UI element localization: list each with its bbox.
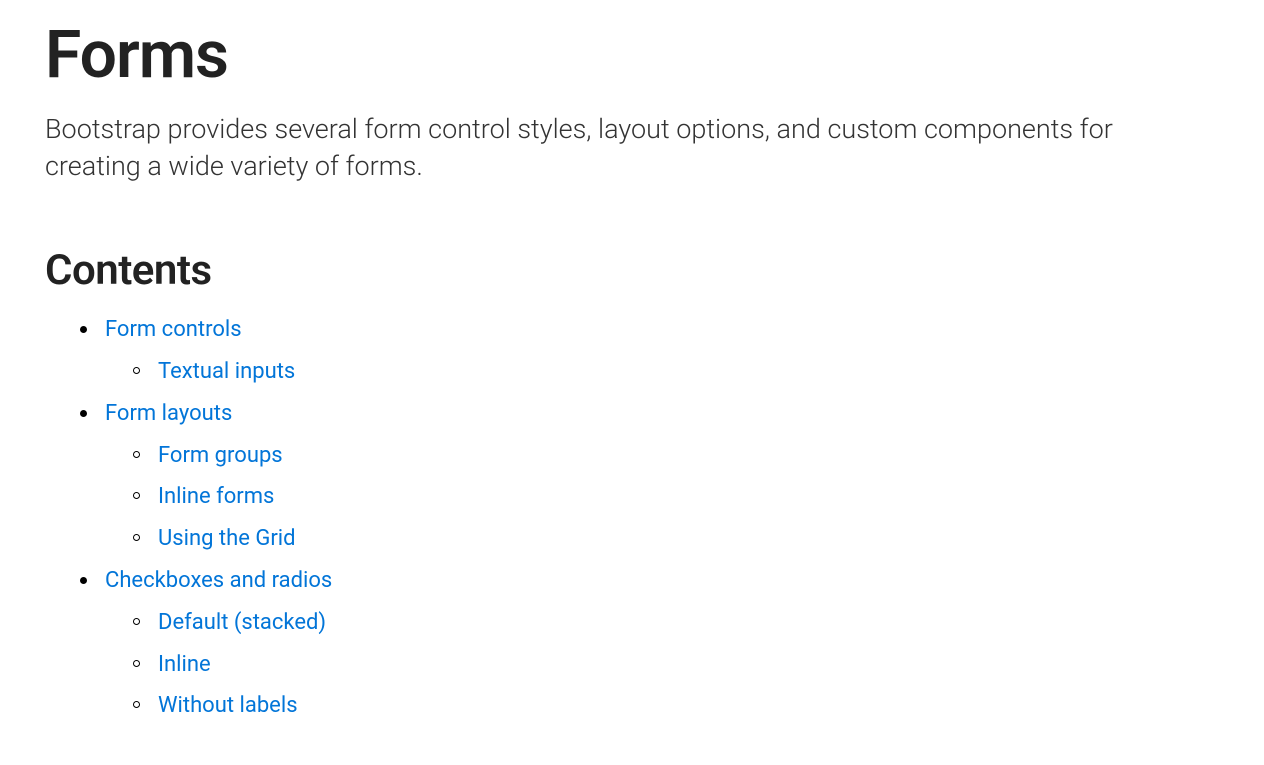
contents-heading: Contents	[45, 246, 1219, 295]
toc-item: Checkboxes and radios Default (stacked) …	[80, 560, 1219, 727]
toc-subitem: Inline forms	[133, 476, 1219, 518]
toc-link-inline[interactable]: Inline	[158, 652, 211, 677]
toc-link-default-stacked[interactable]: Default (stacked)	[158, 610, 326, 635]
table-of-contents: Form controls Textual inputs Form layout…	[45, 309, 1219, 727]
toc-link-checkboxes-and-radios[interactable]: Checkboxes and radios	[105, 568, 332, 593]
toc-subitem: Form groups	[133, 435, 1219, 477]
toc-link-textual-inputs[interactable]: Textual inputs	[158, 359, 295, 384]
toc-subitem: Inline	[133, 644, 1219, 686]
lead-paragraph: Bootstrap provides several form control …	[45, 111, 1185, 187]
page-title: Forms	[45, 20, 1219, 93]
toc-link-form-groups[interactable]: Form groups	[158, 443, 283, 468]
toc-link-form-layouts[interactable]: Form layouts	[105, 401, 232, 426]
toc-subitem: Using the Grid	[133, 518, 1219, 560]
toc-item: Form layouts Form groups Inline forms Us…	[80, 393, 1219, 560]
toc-link-inline-forms[interactable]: Inline forms	[158, 484, 274, 509]
toc-subitem: Without labels	[133, 685, 1219, 727]
toc-link-using-the-grid[interactable]: Using the Grid	[158, 526, 296, 551]
toc-link-form-controls[interactable]: Form controls	[105, 317, 242, 342]
toc-subitem: Textual inputs	[133, 351, 1219, 393]
toc-subitem: Default (stacked)	[133, 602, 1219, 644]
toc-link-without-labels[interactable]: Without labels	[158, 693, 298, 718]
toc-item: Form controls Textual inputs	[80, 309, 1219, 393]
